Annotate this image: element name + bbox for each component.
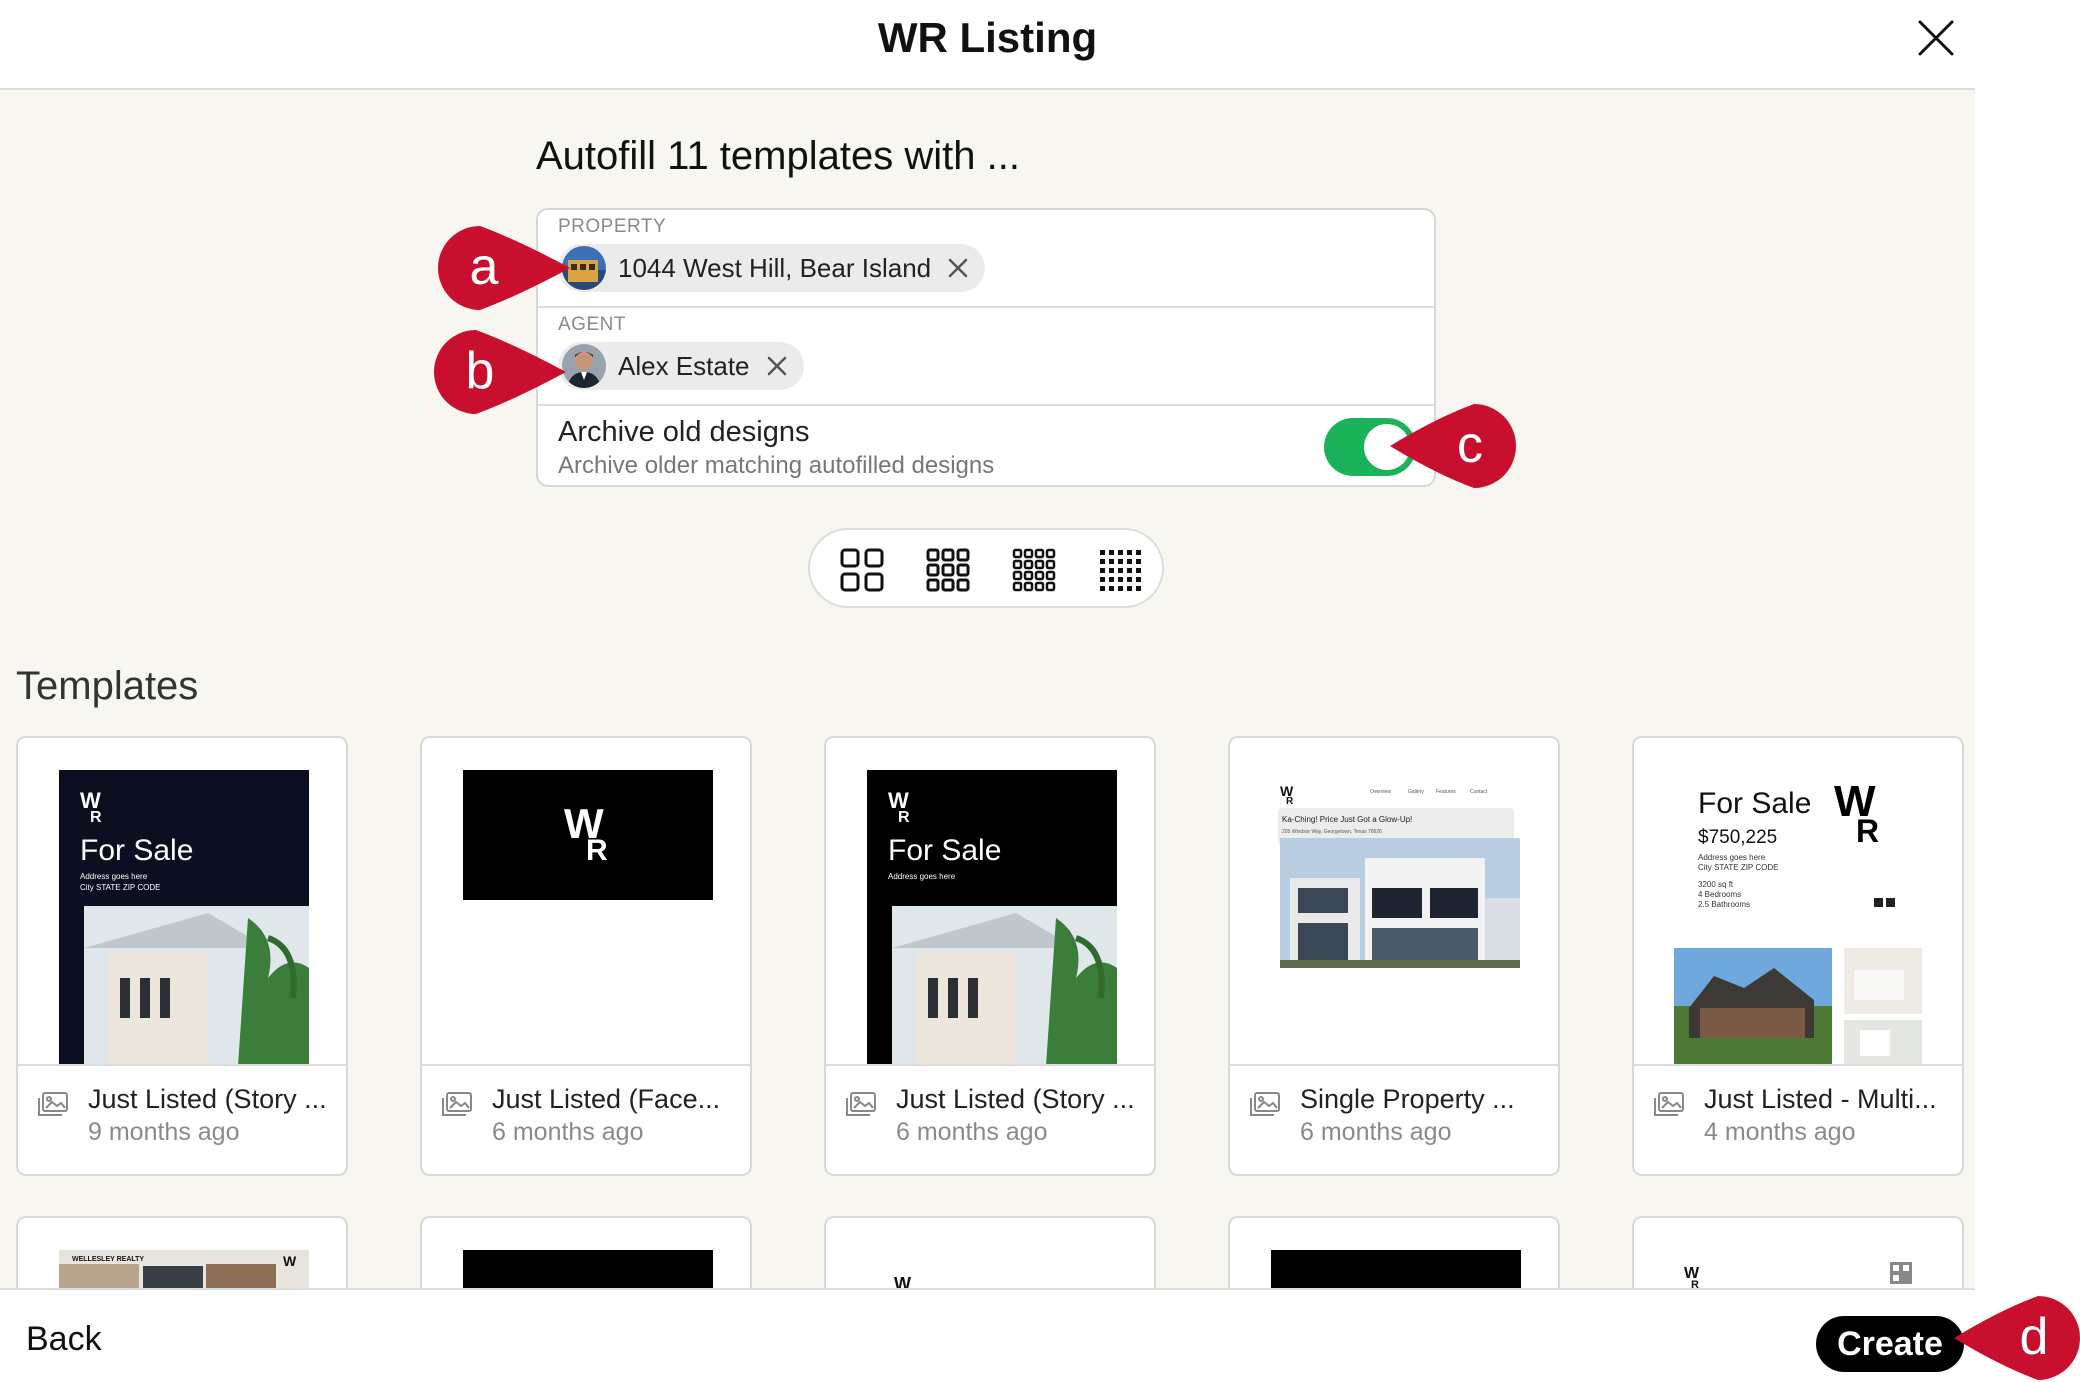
close-icon[interactable] (1916, 18, 1956, 58)
template-title: Just Listed (Story ... (896, 1084, 1135, 1114)
autofill-dialog: WR Listing Autofill 11 templates with ..… (0, 0, 1975, 1382)
thumb-nav-3: Features (1436, 789, 1456, 795)
thumb-heading: For Sale (80, 834, 193, 867)
callout-b: b (434, 330, 566, 414)
image-icon (442, 1092, 472, 1116)
property-chip[interactable]: 1044 West Hill, Bear Island (558, 244, 986, 292)
thumb-heading: For Sale (888, 834, 1001, 867)
create-button[interactable]: Create (1816, 1316, 1964, 1372)
template-thumbnail: W R (422, 738, 750, 1066)
grid-2x2-icon[interactable] (838, 546, 886, 594)
grid-5x5-icon[interactable] (1096, 546, 1144, 594)
template-card[interactable] (1228, 1216, 1560, 1296)
template-time: 9 months ago (88, 1118, 240, 1146)
autofill-form: PROPERTY 1044 West Hill, Bear Island AGE… (536, 208, 1436, 487)
template-card[interactable]: WELLESLEY REALTY W (16, 1216, 348, 1296)
callout-c: c (1390, 404, 1516, 488)
template-card[interactable]: For Sale $750,225 W R Address goes here … (1632, 736, 1964, 1176)
template-card[interactable]: W R Overview Gallery Features Contact Ka… (1228, 736, 1560, 1176)
template-thumbnail: W R (1684, 1262, 1912, 1291)
thumb-brand: WELLESLEY REALTY (72, 1256, 144, 1263)
agent-value: Alex Estate (618, 350, 750, 381)
svg-text:R: R (90, 809, 102, 826)
template-card[interactable]: W R For Sale Address goes here Just List… (824, 736, 1156, 1176)
image-icon (1654, 1092, 1684, 1116)
image-icon (38, 1092, 68, 1116)
template-time: 6 months ago (1300, 1118, 1452, 1146)
template-thumbnail (1271, 1250, 1521, 1294)
template-time: 6 months ago (492, 1118, 644, 1146)
thumb-line1: Address goes here (1698, 853, 1766, 862)
image-icon (1250, 1092, 1280, 1116)
property-section: PROPERTY 1044 West Hill, Bear Island (538, 210, 1434, 308)
svg-text:R: R (1286, 796, 1294, 807)
thumb-beds: 4 Bedrooms (1698, 890, 1741, 899)
grid-4x4-icon[interactable] (1010, 546, 1058, 594)
callout-d-label: d (2020, 1308, 2049, 1366)
archive-subtitle: Archive older matching autofilled design… (558, 452, 995, 479)
image-icon (846, 1092, 876, 1116)
template-card[interactable]: W (824, 1216, 1156, 1296)
template-thumbnail: W R For Sale Address goes here City STAT… (18, 738, 346, 1066)
template-thumbnail (463, 1250, 713, 1294)
template-time: 6 months ago (896, 1118, 1048, 1146)
template-thumbnail: WELLESLEY REALTY W (59, 1250, 309, 1294)
callout-d: d (1954, 1296, 2080, 1380)
callout-b-label: b (466, 342, 495, 400)
svg-text:R: R (586, 834, 608, 867)
back-button[interactable]: Back (26, 1320, 102, 1359)
template-card[interactable]: W R For Sale Address goes here City STAT… (16, 736, 348, 1176)
template-time: 4 months ago (1704, 1118, 1856, 1146)
thumb-nav-4: Contact (1470, 789, 1488, 795)
grid-size-switcher (808, 528, 1164, 608)
svg-text:R: R (898, 809, 910, 826)
thumb-line2: City STATE ZIP CODE (80, 883, 160, 892)
template-card[interactable] (420, 1216, 752, 1296)
remove-agent-icon[interactable] (764, 353, 790, 379)
thumb-baths: 2.5 Bathrooms (1698, 900, 1750, 909)
template-thumbnail: W R For Sale Address goes here (826, 738, 1154, 1066)
agent-section: AGENT Alex Estate (538, 308, 1434, 406)
dialog-header: WR Listing (0, 0, 1975, 90)
thumb-nav-1: Overview (1370, 789, 1391, 795)
callout-c-label: c (1457, 416, 1483, 474)
dialog-footer: Back Create (0, 1288, 1975, 1382)
agent-chip[interactable]: Alex Estate (558, 342, 804, 390)
template-thumbnail: W (894, 1274, 911, 1294)
thumb-sqft: 3200 sq ft (1698, 880, 1734, 889)
svg-text:R: R (1856, 813, 1879, 849)
autofill-title: Autofill 11 templates with ... (536, 134, 1020, 178)
template-card[interactable]: W R Just Listed (Face... 6 months ago (420, 736, 752, 1176)
thumb-line2: City STATE ZIP CODE (1698, 863, 1778, 872)
thumb-headline: Ka-Ching! Price Just Got a Glow-Up! (1282, 815, 1412, 824)
thumb-address: 205 Windsor Way, Georgetown, Texas 78626 (1282, 829, 1382, 835)
thumb-line1: Address goes here (888, 872, 956, 881)
template-title: Just Listed (Story ... (88, 1084, 327, 1114)
thumb-heading: For Sale (1698, 787, 1811, 820)
thumb-price: $750,225 (1698, 827, 1777, 848)
property-value: 1044 West Hill, Bear Island (618, 252, 932, 283)
thumb-nav-2: Gallery (1408, 789, 1424, 795)
archive-title: Archive old designs (558, 416, 810, 448)
grid-3x3-icon[interactable] (924, 546, 972, 594)
remove-property-icon[interactable] (945, 255, 971, 281)
templates-heading: Templates (16, 664, 199, 708)
callout-a: a (438, 226, 570, 310)
template-title: Single Property ... (1300, 1084, 1515, 1114)
dialog-title: WR Listing (877, 14, 1098, 61)
callout-a-label: a (470, 238, 499, 296)
template-thumbnail: For Sale $750,225 W R Address goes here … (1634, 738, 1962, 1066)
template-title: Just Listed (Face... (492, 1084, 721, 1114)
template-card[interactable]: W R (1632, 1216, 1964, 1296)
template-title: Just Listed - Multi... (1704, 1084, 1937, 1114)
svg-text:W: W (283, 1253, 297, 1269)
thumb-line1: Address goes here (80, 872, 148, 881)
archive-section: Archive old designs Archive older matchi… (538, 406, 1434, 487)
template-thumbnail: W R Overview Gallery Features Contact Ka… (1230, 738, 1558, 1066)
